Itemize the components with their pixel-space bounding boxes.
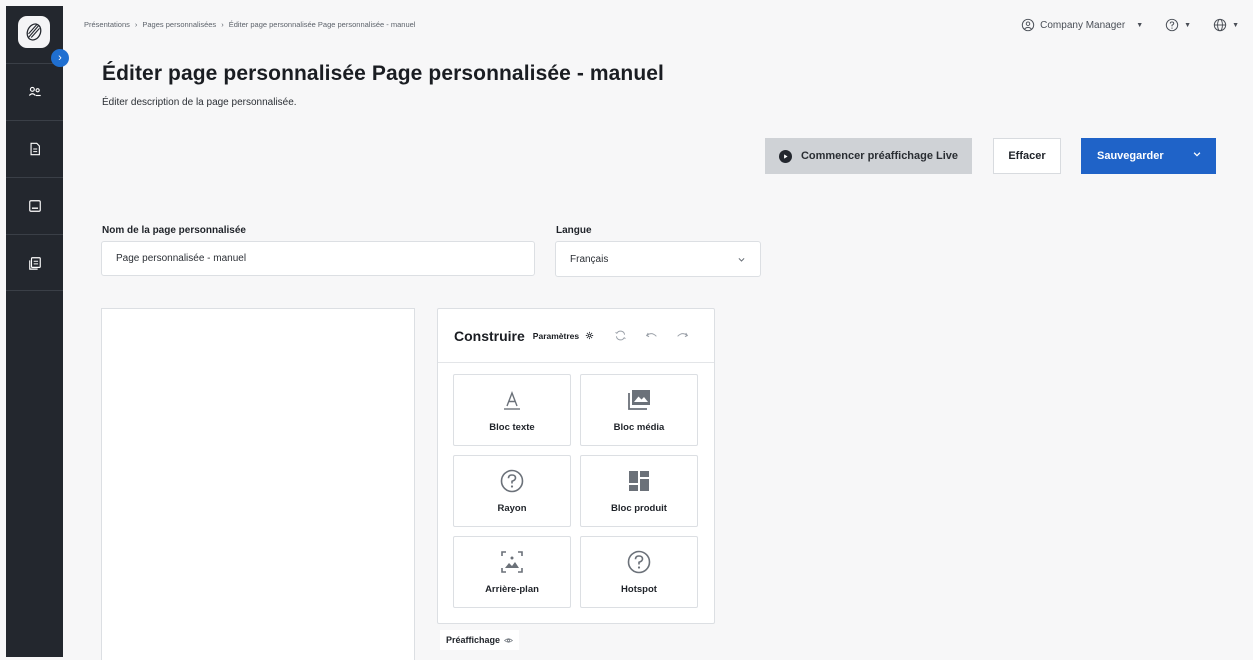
language-select[interactable]: Français <box>555 241 761 277</box>
sidebar-expand-button[interactable]: › <box>51 49 69 67</box>
language-field-label: Langue <box>556 225 592 236</box>
tile-shelf[interactable]: Rayon <box>453 455 571 527</box>
caret-down-icon: ▼ <box>1232 21 1239 29</box>
language-menu[interactable]: ▼ <box>1213 18 1239 32</box>
save-label: Sauvegarder <box>1097 150 1164 162</box>
live-preview-button[interactable]: Commencer préaffichage Live <box>765 138 972 174</box>
logo-icon <box>26 23 42 41</box>
sidebar <box>6 6 63 657</box>
sidebar-item-users[interactable] <box>6 63 63 120</box>
undo-icon[interactable] <box>645 329 658 342</box>
tile-hotspot[interactable]: Hotspot <box>580 536 698 608</box>
eye-icon <box>504 637 514 643</box>
tile-label: Bloc produit <box>611 503 667 514</box>
tile-label: Rayon <box>497 503 527 514</box>
sidebar-item-pages[interactable] <box>6 234 63 291</box>
caret-down-icon: ▼ <box>1184 21 1192 29</box>
builder-settings-link[interactable]: Paramètres <box>533 331 579 341</box>
tile-label: Bloc texte <box>489 422 535 433</box>
breadcrumb: Présentations › Pages personnalisées › É… <box>84 20 415 29</box>
help-menu[interactable]: ▼ <box>1165 18 1191 32</box>
play-icon <box>778 149 792 163</box>
breadcrumb-separator-icon: › <box>134 20 138 29</box>
page-description: Éditer description de la page personnali… <box>102 97 297 108</box>
breadcrumb-item[interactable]: Pages personnalisées <box>142 20 216 29</box>
chevron-down-icon[interactable] <box>1192 149 1202 162</box>
user-icon <box>1021 18 1035 32</box>
topbar-actions: Company Manager ▼ ▼ ▼ <box>1021 18 1239 32</box>
tile-text-block[interactable]: Bloc texte <box>453 374 571 446</box>
text-icon <box>504 391 520 410</box>
tile-media-block[interactable]: Bloc média <box>580 374 698 446</box>
tile-background[interactable]: Arrière-plan <box>453 536 571 608</box>
chevron-down-icon <box>738 258 745 262</box>
caret-down-icon: ▼ <box>1136 21 1144 29</box>
document-icon <box>29 142 40 156</box>
media-icon <box>628 390 650 410</box>
name-field-label: Nom de la page personnalisée <box>102 225 246 236</box>
preview-toggle[interactable]: Préaffichage <box>440 630 520 650</box>
image-icon <box>28 200 41 212</box>
tile-label: Arrière-plan <box>485 584 539 595</box>
chevron-right-icon: › <box>58 52 62 64</box>
question-icon <box>627 550 651 574</box>
breadcrumb-item-current: Éditer page personnalisée Page personnal… <box>228 20 416 29</box>
preview-toggle-label: Préaffichage <box>446 635 501 645</box>
tile-label: Bloc média <box>613 422 665 433</box>
name-input[interactable]: Page personnalisée - manuel <box>101 241 535 276</box>
clear-button[interactable]: Effacer <box>993 138 1061 174</box>
users-icon <box>28 86 41 97</box>
page-preview-canvas[interactable] <box>101 308 415 660</box>
product-grid-icon <box>629 471 649 491</box>
tile-label: Hotspot <box>621 584 657 595</box>
globe-icon <box>1213 18 1227 32</box>
builder-header: Construire Paramètres <box>438 309 714 363</box>
breadcrumb-separator-icon: › <box>221 20 224 29</box>
builder-title: Construire <box>454 327 525 344</box>
redo-icon[interactable] <box>676 329 689 342</box>
live-preview-label: Commencer préaffichage Live <box>800 150 959 162</box>
question-icon <box>500 469 524 493</box>
refresh-icon[interactable] <box>614 329 627 342</box>
pages-icon <box>28 256 41 270</box>
save-button[interactable]: Sauvegarder <box>1081 138 1216 174</box>
app-logo[interactable] <box>18 16 50 48</box>
help-icon <box>1165 18 1179 32</box>
tile-product-block[interactable]: Bloc produit <box>580 455 698 527</box>
sidebar-item-documents[interactable] <box>6 120 63 177</box>
user-name: Company Manager <box>1040 19 1126 31</box>
language-value: Français <box>570 253 609 265</box>
user-menu[interactable]: Company Manager ▼ <box>1021 18 1143 32</box>
sidebar-item-media[interactable] <box>6 177 63 234</box>
gear-icon[interactable] <box>585 331 594 340</box>
background-icon <box>501 551 523 573</box>
page-title: Éditer page personnalisée Page personnal… <box>102 62 664 85</box>
breadcrumb-item[interactable]: Présentations <box>84 20 130 29</box>
